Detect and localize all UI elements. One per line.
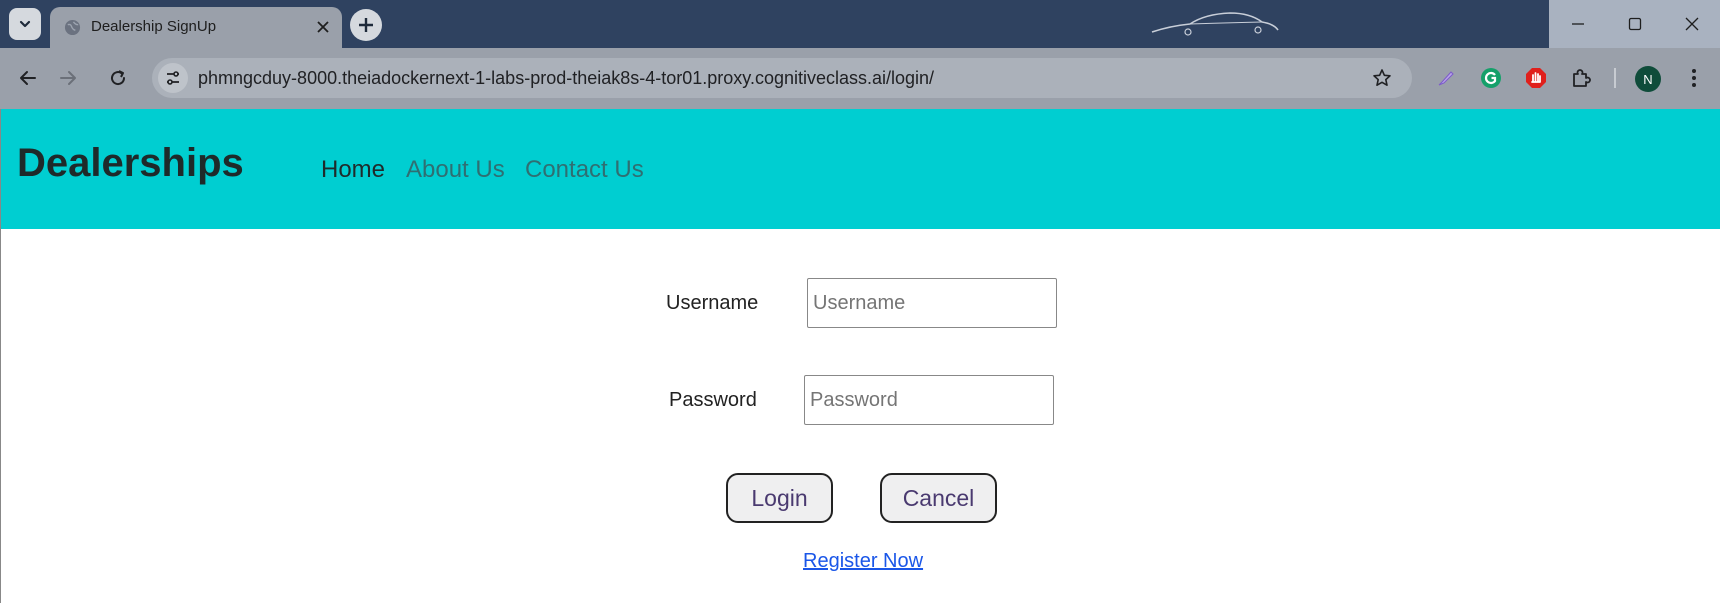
- car-silhouette-icon: [1151, 12, 1279, 36]
- password-label: Password: [669, 389, 757, 411]
- pen-extension-icon[interactable]: [1432, 64, 1460, 92]
- profile-avatar[interactable]: N: [1635, 66, 1661, 92]
- plus-icon: [359, 18, 373, 32]
- tab-search-button[interactable]: [9, 8, 41, 40]
- password-input[interactable]: [804, 375, 1054, 425]
- login-button[interactable]: Login: [726, 473, 833, 523]
- url-text: phmngcduy-8000.theiadockernext-1-labs-pr…: [198, 68, 935, 88]
- browser-tabstrip: Dealership SignUp: [0, 0, 1720, 48]
- close-icon: [1685, 17, 1698, 31]
- arrow-left-icon: [20, 71, 36, 85]
- window-minimize-button[interactable]: [1549, 0, 1606, 48]
- nav-link-about-us[interactable]: About Us: [406, 156, 505, 184]
- forward-button[interactable]: [50, 60, 86, 96]
- new-tab-button[interactable]: [350, 9, 382, 41]
- browser-tab-active[interactable]: Dealership SignUp: [50, 7, 342, 48]
- back-button[interactable]: [10, 60, 46, 96]
- site-navbar: Dealerships Home About Us Contact Us: [1, 109, 1720, 229]
- tab-close-icon[interactable]: [312, 16, 334, 38]
- more-menu-icon[interactable]: [1680, 64, 1708, 92]
- browser-toolbar: phmngcduy-8000.theiadockernext-1-labs-pr…: [0, 48, 1720, 109]
- window-close-button[interactable]: [1663, 0, 1720, 48]
- reload-button[interactable]: [100, 60, 136, 96]
- window-maximize-button[interactable]: [1606, 0, 1663, 48]
- tab-title: Dealership SignUp: [91, 18, 217, 35]
- register-now-link[interactable]: Register Now: [803, 550, 923, 573]
- globe-icon: [64, 19, 81, 36]
- brand-title[interactable]: Dealerships: [17, 141, 244, 186]
- chevron-down-icon: [19, 20, 31, 28]
- address-bar[interactable]: phmngcduy-8000.theiadockernext-1-labs-pr…: [152, 58, 1412, 98]
- toolbar-divider: [1614, 68, 1616, 88]
- minimize-icon: [1571, 23, 1584, 25]
- web-page: Dealerships Home About Us Contact Us Use…: [0, 109, 1720, 603]
- nav-link-home[interactable]: Home: [321, 156, 385, 184]
- arrow-right-icon: [60, 71, 76, 85]
- bookmark-star-icon[interactable]: [1370, 66, 1394, 90]
- grammarly-extension-icon[interactable]: [1477, 64, 1505, 92]
- extensions-puzzle-icon[interactable]: [1567, 64, 1595, 92]
- cancel-button[interactable]: Cancel: [880, 473, 997, 523]
- site-info-button[interactable]: [158, 63, 188, 93]
- username-input[interactable]: [807, 278, 1057, 328]
- nav-link-contact-us[interactable]: Contact Us: [525, 156, 644, 184]
- maximize-icon: [1628, 17, 1641, 31]
- username-label: Username: [666, 292, 759, 314]
- reload-icon: [111, 70, 126, 86]
- tune-icon: [167, 71, 179, 85]
- adblock-extension-icon[interactable]: [1522, 64, 1550, 92]
